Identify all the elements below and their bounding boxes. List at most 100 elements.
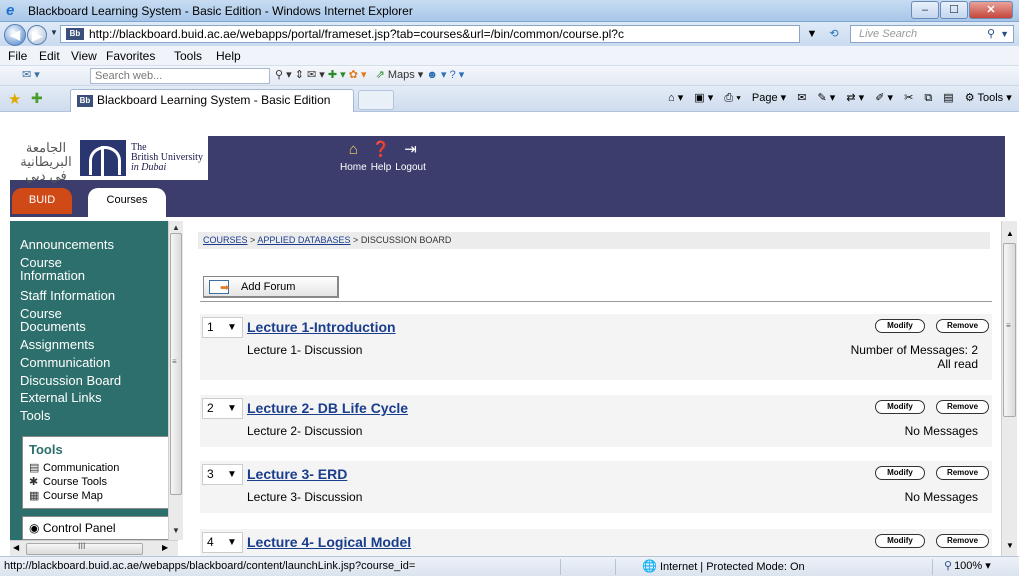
tool-course-map[interactable]: ▦ Course Map	[29, 489, 103, 502]
sidebar-horizontal-scrollbar[interactable]: ◀ III ▶	[10, 540, 178, 556]
highlight-icon[interactable]: ⇕	[295, 69, 307, 81]
tool-course-tools[interactable]: ✱ Course Tools	[29, 475, 107, 488]
sidebar-item-external-links[interactable]: External Links	[20, 391, 102, 404]
breadcrumb-applied-databases[interactable]: APPLIED DATABASES	[257, 235, 350, 245]
page-menu-label: Page	[751, 92, 778, 104]
control-panel-link[interactable]: ◉ Control Panel	[22, 516, 174, 540]
home-page-icon[interactable]: ⌂ ▾	[668, 92, 683, 104]
breadcrumb-courses[interactable]: COURSES	[203, 235, 248, 245]
tool-communication[interactable]: ▤ Communication	[29, 461, 119, 474]
menu-help[interactable]: Help	[216, 49, 241, 63]
search-web-input[interactable]: Search web...	[90, 68, 270, 84]
zoom-control[interactable]: ⚲ 100% ▾	[944, 557, 991, 576]
paste-icon[interactable]: ▤	[943, 92, 953, 104]
maximize-button[interactable]: ☐	[940, 1, 968, 19]
modify-button[interactable]: Modify	[875, 534, 925, 548]
add-forum-button[interactable]: Add Forum	[203, 276, 339, 298]
cut-icon[interactable]: ✂	[904, 92, 913, 104]
scroll-right-icon[interactable]: ▶	[162, 543, 168, 552]
university-logo[interactable]: الجامعة البريطانية في دبي The British Un…	[10, 136, 208, 184]
modify-button[interactable]: Modify	[875, 466, 925, 480]
tools-menu[interactable]: ⚙ Tools ▾	[965, 92, 1012, 104]
forum-title-link[interactable]: Lecture 4- Logical Model	[247, 534, 411, 550]
content-scroll-down-icon[interactable]: ▼	[1006, 541, 1014, 550]
modify-button[interactable]: Modify	[875, 400, 925, 414]
close-button[interactable]: ✕	[969, 1, 1013, 19]
blackboard-favicon-icon: Bb	[66, 28, 84, 40]
toolbar-icons: ⚲ ▾ ⇕ ✉ ▾ ✚ ▾ ✿ ▾ ⇗ Maps ▾ ☻ ▾ ? ▾	[275, 68, 464, 81]
maps-button[interactable]: ⇗ Maps ▾	[376, 69, 427, 81]
copy-icon[interactable]: ⧉	[924, 92, 932, 104]
content-vertical-scrollbar[interactable]: ▲ ≡ ▼	[1001, 221, 1017, 556]
print-icon[interactable]: ⎙ ▾	[724, 92, 740, 104]
logout-link[interactable]: ⇥ Logout	[395, 141, 426, 173]
sidebar-item-discussion-board[interactable]: Discussion Board	[20, 374, 121, 387]
back-button[interactable]: ◀	[4, 24, 26, 46]
plus-icon[interactable]: ✚ ▾	[328, 69, 349, 81]
sidebar-item-assignments[interactable]: Assignments	[20, 338, 94, 351]
forum-title-link[interactable]: Lecture 1-Introduction	[247, 319, 396, 335]
feeds-icon[interactable]: ▣ ▾	[694, 92, 713, 104]
pen-icon[interactable]: ✐ ▾	[875, 92, 893, 104]
messenger-icon[interactable]: ☻ ▾	[426, 69, 449, 81]
browser-tab[interactable]: Bb Blackboard Learning System - Basic Ed…	[70, 89, 354, 112]
scroll-left-icon[interactable]: ◀	[13, 543, 19, 552]
page-menu[interactable]: Page ▾	[752, 92, 786, 104]
minimize-button[interactable]: –	[911, 1, 939, 19]
live-search-input[interactable]: Live Search ⚲ ▼	[850, 25, 1014, 43]
tab-buid[interactable]: BUID	[12, 188, 72, 214]
forum-order-select[interactable]: 3 ▼	[202, 464, 243, 485]
menu-favorites[interactable]: Favorites	[106, 49, 155, 63]
live-search-placeholder: Live Search	[859, 28, 918, 40]
menu-view[interactable]: View	[71, 49, 97, 63]
help-circle-icon[interactable]: ? ▾	[450, 69, 465, 81]
menu-edit[interactable]: Edit	[39, 49, 60, 63]
mail-cmd-icon[interactable]: ✉	[797, 92, 806, 104]
sidebar-item-staff-information[interactable]: Staff Information	[20, 289, 115, 302]
remove-button[interactable]: Remove	[936, 400, 989, 414]
security-zone[interactable]: 🌐 Internet | Protected Mode: On	[642, 557, 805, 576]
home-link[interactable]: ⌂ Home	[340, 141, 367, 173]
research-icon[interactable]: ✎ ▾	[818, 92, 836, 104]
menu-tools[interactable]: Tools	[174, 49, 202, 63]
url-input[interactable]: Bb http://blackboard.buid.ac.ae/webapps/…	[60, 25, 800, 43]
remove-button[interactable]: Remove	[936, 319, 989, 333]
new-tab-button[interactable]	[358, 90, 394, 110]
scroll-up-icon[interactable]: ▲	[172, 223, 180, 232]
content-scroll-thumb[interactable]	[1003, 243, 1016, 417]
read-status-text: All read	[937, 357, 978, 371]
sidebar-item-announcements[interactable]: Announcements	[20, 238, 114, 251]
toolbar-logo-icon[interactable]: ✉ ▾	[22, 68, 40, 81]
sidebar-item-course-information[interactable]: Course Information	[20, 256, 120, 282]
recent-pages-dropdown[interactable]: ▼	[50, 28, 58, 37]
add-favorite-icon[interactable]: ✚	[31, 90, 43, 107]
mail-icon[interactable]: ✉ ▾	[307, 69, 328, 81]
modify-button[interactable]: Modify	[875, 319, 925, 333]
sidebar-vertical-scrollbar[interactable]: ▲ ≡ ▼	[168, 221, 183, 540]
forward-button[interactable]: ▶	[27, 25, 47, 45]
help-link[interactable]: ❓ Help	[371, 141, 392, 173]
forum-order-select[interactable]: 1 ▼	[202, 317, 243, 338]
forum-order-value: 2	[207, 401, 214, 415]
menu-file[interactable]: File	[8, 49, 27, 63]
forum-title-link[interactable]: Lecture 2- DB Life Cycle	[247, 400, 408, 416]
search-options-icon[interactable]: ▼	[1000, 26, 1009, 42]
remove-button[interactable]: Remove	[936, 534, 989, 548]
sidebar-item-tools[interactable]: Tools	[20, 409, 50, 422]
sidebar-item-course-documents[interactable]: Course Documents	[20, 307, 120, 333]
content-scroll-up-icon[interactable]: ▲	[1006, 229, 1014, 238]
translate-icon[interactable]: ⇄ ▾	[846, 92, 864, 104]
tab-courses[interactable]: Courses	[88, 188, 166, 217]
forum-order-select[interactable]: 4 ▼	[202, 532, 243, 553]
forum-order-select[interactable]: 2 ▼	[202, 398, 243, 419]
scroll-down-icon[interactable]: ▼	[172, 526, 180, 535]
sidebar-item-communication[interactable]: Communication	[20, 356, 110, 369]
favorites-star-icon[interactable]: ★	[8, 90, 21, 108]
url-dropdown-icon[interactable]: ▼	[803, 26, 821, 42]
search-go-icon[interactable]: ⚲ ▾	[275, 69, 292, 81]
forum-title-link[interactable]: Lecture 3- ERD	[247, 466, 347, 482]
search-icon[interactable]: ⚲	[987, 26, 995, 42]
butterfly-icon[interactable]: ✿ ▾	[349, 69, 370, 81]
remove-button[interactable]: Remove	[936, 466, 989, 480]
refresh-icon[interactable]: ⟲	[825, 26, 843, 42]
